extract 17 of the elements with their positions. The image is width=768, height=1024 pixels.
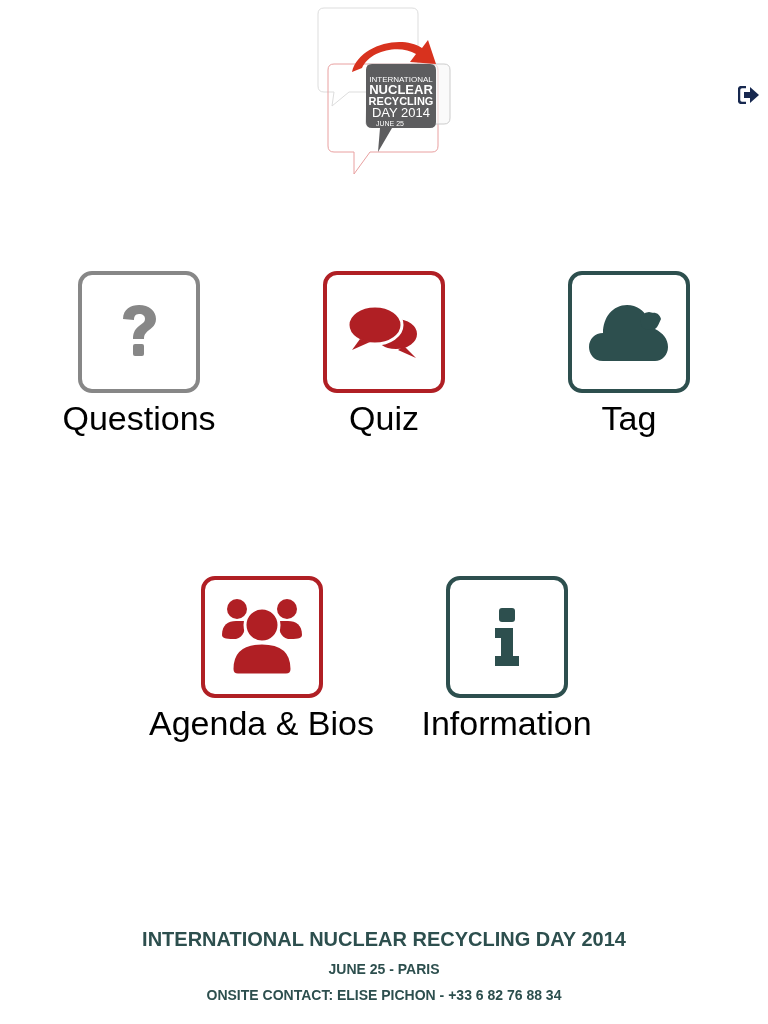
- cloud-icon: [589, 303, 669, 361]
- menu-tile[interactable]: [323, 271, 445, 393]
- tile-label: Agenda & Bios: [149, 704, 374, 743]
- event-date: JUNE 25 - PARIS: [328, 961, 440, 977]
- tile-label: Questions: [62, 399, 216, 438]
- menu-tile[interactable]: [445, 576, 568, 698]
- menu-tile[interactable]: [78, 271, 200, 393]
- logout-icon[interactable]: [738, 86, 760, 104]
- tile-label: Quiz: [349, 399, 419, 438]
- contact-info: ONSITE CONTACT: ELISE PICHON - +33 6 82 76 88 34: [206, 987, 562, 1003]
- menu-tile[interactable]: [200, 576, 323, 698]
- menu-tile[interactable]: [568, 271, 690, 393]
- people-group-icon: [221, 599, 302, 675]
- tile-label: Information: [421, 704, 592, 743]
- info-icon: [492, 608, 521, 666]
- event-title: INTERNATIONAL NUCLEAR RECYCLING DAY 2014: [142, 928, 626, 951]
- tile-label: Tag: [601, 399, 657, 438]
